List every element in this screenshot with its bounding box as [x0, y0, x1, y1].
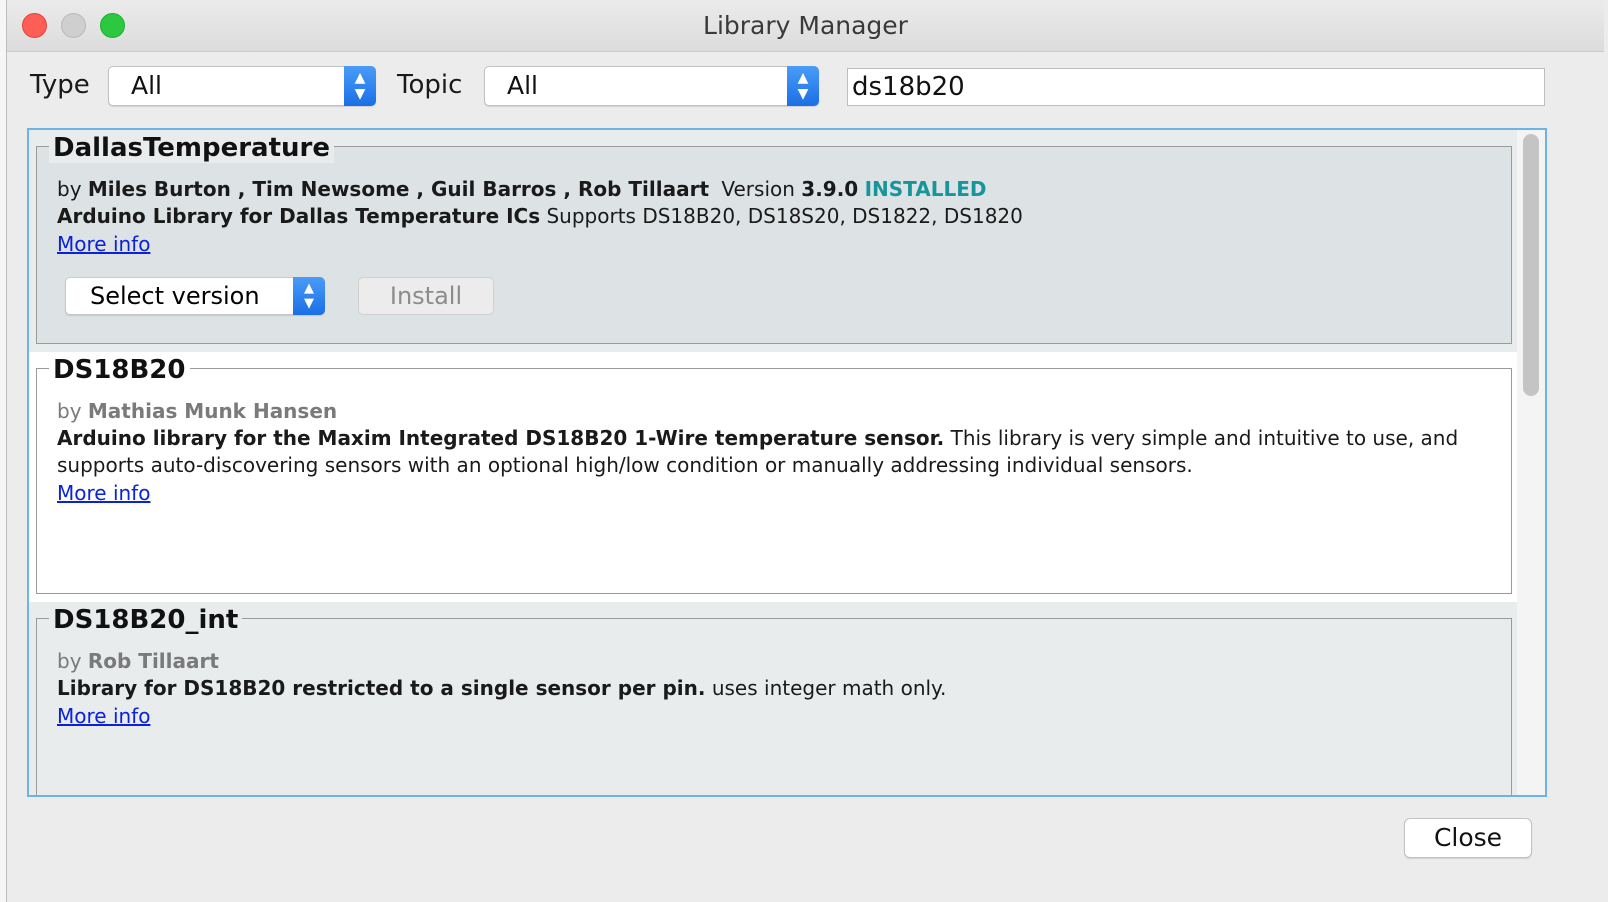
- search-field[interactable]: [847, 68, 1545, 106]
- install-button[interactable]: Install: [358, 277, 494, 315]
- list-item[interactable]: DS18B20 by Mathias Munk Hansen Arduino l…: [29, 352, 1519, 602]
- more-info-link[interactable]: More info: [57, 481, 150, 505]
- select-version-dropdown[interactable]: Select version ▲ ▼: [65, 277, 325, 315]
- library-summary: Library for DS18B20 restricted to a sing…: [57, 676, 706, 700]
- library-name: DallasTemperature: [49, 133, 334, 163]
- library-summary: Arduino Library for Dallas Temperature I…: [57, 204, 541, 228]
- list-scrollbar[interactable]: [1517, 130, 1545, 795]
- by-label: by: [57, 649, 82, 673]
- library-authors-line: by Miles Burton , Tim Newsome , Guil Bar…: [57, 177, 987, 201]
- list-item-frame: [36, 618, 1512, 795]
- select-arrows-icon: ▲ ▼: [787, 66, 819, 106]
- topic-label: Topic: [397, 70, 463, 100]
- library-description: Arduino library for the Maxim Integrated…: [57, 426, 1458, 450]
- library-list[interactable]: DallasTemperature by Miles Burton , Tim …: [27, 128, 1547, 797]
- scrollbar-thumb[interactable]: [1523, 134, 1539, 396]
- library-authors-line: by Mathias Munk Hansen: [57, 399, 337, 423]
- close-button[interactable]: Close: [1404, 818, 1532, 858]
- list-item[interactable]: DallasTemperature by Miles Burton , Tim …: [29, 130, 1519, 352]
- library-manager-window: Library Manager Type All ▲ ▼ Topic All ▲ ▼…: [6, 0, 1604, 902]
- more-info-link[interactable]: More info: [57, 232, 150, 256]
- topic-select-value: All: [507, 71, 538, 100]
- library-summary: Arduino library for the Maxim Integrated…: [57, 426, 945, 450]
- library-description-cont: supports auto-discovering sensors with a…: [57, 453, 1193, 477]
- select-version-label: Select version: [90, 282, 260, 310]
- type-select-value: All: [131, 71, 162, 100]
- library-description: Arduino Library for Dallas Temperature I…: [57, 204, 1023, 228]
- library-authors: Mathias Munk Hansen: [87, 399, 338, 423]
- type-select[interactable]: All ▲ ▼: [108, 66, 376, 106]
- library-details: This library is very simple and intuitiv…: [950, 426, 1459, 450]
- library-version: 3.9.0: [801, 177, 859, 201]
- type-label: Type: [30, 70, 90, 100]
- library-authors: Rob Tillaart: [87, 649, 219, 673]
- library-description: Library for DS18B20 restricted to a sing…: [57, 676, 946, 700]
- version-label: Version: [721, 177, 795, 201]
- more-info-link[interactable]: More info: [57, 704, 150, 728]
- select-arrows-icon: ▲ ▼: [293, 277, 325, 315]
- window-title: Library Manager: [703, 11, 908, 40]
- library-name: DS18B20: [49, 355, 190, 385]
- list-item[interactable]: DS18B20_int by Rob Tillaart Library for …: [29, 602, 1519, 795]
- search-input[interactable]: [848, 69, 1544, 105]
- library-details: Supports DS18B20, DS18S20, DS1822, DS182…: [546, 204, 1023, 228]
- topic-select[interactable]: All ▲ ▼: [484, 66, 819, 106]
- library-name: DS18B20_int: [49, 605, 243, 635]
- library-authors: Miles Burton , Tim Newsome , Guil Barros…: [87, 177, 710, 201]
- library-details: uses integer math only.: [711, 676, 947, 700]
- installed-badge: INSTALLED: [864, 177, 987, 201]
- title-bar: Library Manager: [7, 0, 1604, 52]
- by-label: by: [57, 399, 82, 423]
- select-arrows-icon: ▲ ▼: [344, 66, 376, 106]
- library-authors-line: by Rob Tillaart: [57, 649, 219, 673]
- by-label: by: [57, 177, 82, 201]
